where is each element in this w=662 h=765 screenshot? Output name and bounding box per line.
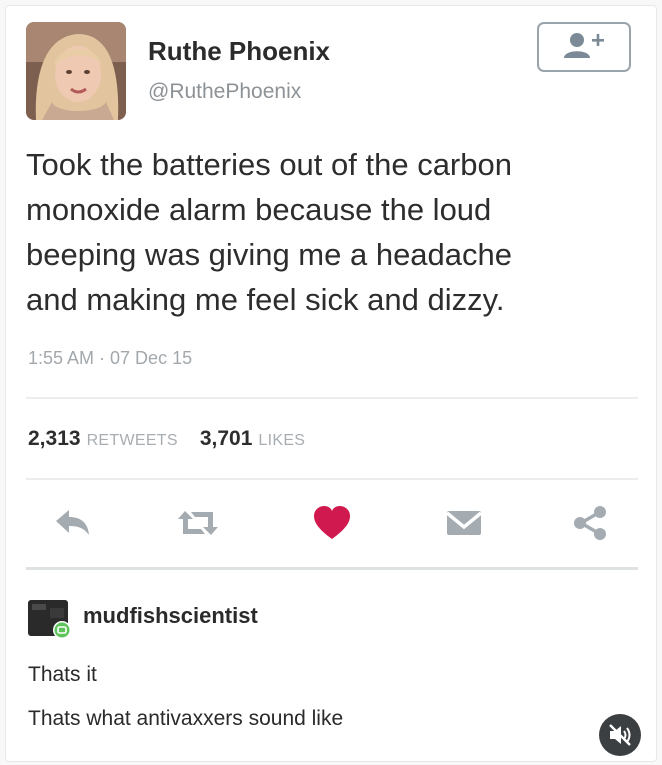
- likes-count[interactable]: 3,701: [200, 427, 253, 450]
- reply-username[interactable]: mudfishscientist: [83, 603, 258, 629]
- divider: [26, 478, 638, 480]
- reply-button[interactable]: [46, 498, 98, 548]
- tweet-text: Took the batteries out of the carbon mon…: [26, 142, 626, 322]
- tweet-text-line: monoxide alarm because the loud: [26, 192, 492, 227]
- follow-button[interactable]: [537, 22, 631, 72]
- muted-speaker-icon: [609, 724, 631, 746]
- direct-message-icon: [445, 511, 483, 535]
- user-handle[interactable]: @RuthePhoenix: [148, 80, 301, 104]
- like-button[interactable]: [306, 498, 358, 548]
- tweet-text-line: Took the batteries out of the carbon: [26, 147, 512, 182]
- reply-text-line: Thats what antivaxxers sound like: [28, 707, 344, 730]
- reply-text-line: Thats it: [28, 663, 97, 686]
- tweet-timestamp[interactable]: 1:55 AM · 07 Dec 15: [28, 348, 192, 369]
- likes-label[interactable]: LIKES: [258, 432, 305, 449]
- share-button[interactable]: [564, 498, 616, 548]
- direct-message-button[interactable]: [438, 498, 490, 548]
- tweet-text-line: and making me feel sick and dizzy.: [26, 282, 505, 317]
- reply-avatar[interactable]: [28, 600, 72, 640]
- retweets-label[interactable]: RETWEETS: [87, 432, 178, 449]
- reply-icon: [56, 510, 89, 535]
- display-name[interactable]: Ruthe Phoenix: [148, 36, 330, 67]
- like-heart-icon: [314, 506, 350, 539]
- follow-user-plus-icon: [564, 33, 604, 58]
- retweet-button[interactable]: [170, 498, 226, 548]
- section-divider: [26, 567, 638, 570]
- mute-button[interactable]: [599, 714, 641, 756]
- tweet-text-line: beeping was giving me a headache: [26, 237, 513, 272]
- avatar[interactable]: [26, 22, 126, 120]
- divider: [26, 397, 638, 399]
- share-icon: [574, 506, 606, 540]
- retweet-icon: [178, 511, 218, 535]
- retweets-count[interactable]: 2,313: [28, 427, 81, 450]
- tweet-stats: 2,313 RETWEETS 3,701 LIKES: [28, 427, 327, 451]
